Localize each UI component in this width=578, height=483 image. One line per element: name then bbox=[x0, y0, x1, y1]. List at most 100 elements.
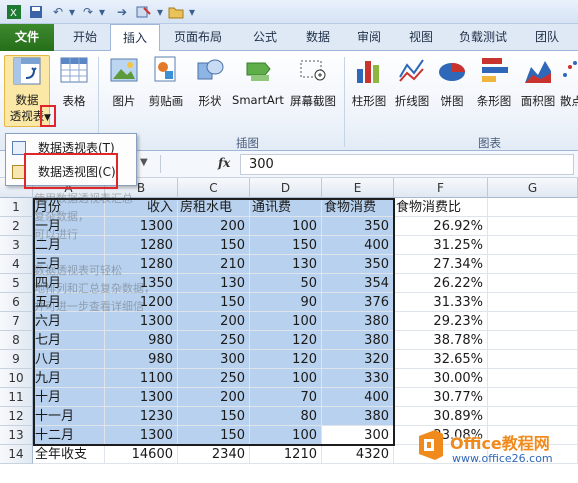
table-cell[interactable]: 130 bbox=[178, 274, 250, 293]
column-header[interactable]: E bbox=[322, 178, 394, 198]
table-cell[interactable]: 六月 bbox=[33, 312, 105, 331]
picture-button[interactable]: 图片 bbox=[106, 55, 142, 109]
tab-load-test[interactable]: 负载测试 bbox=[450, 24, 516, 51]
table-cell[interactable]: 房租水电 bbox=[178, 198, 250, 217]
table-cell[interactable] bbox=[488, 331, 578, 350]
row-header[interactable]: 3 bbox=[0, 236, 33, 255]
tab-team[interactable]: 团队 bbox=[522, 24, 572, 51]
scatter-chart-button[interactable]: 散点 bbox=[560, 55, 578, 109]
pie-chart-button[interactable]: 饼图 bbox=[436, 55, 468, 109]
table-cell[interactable] bbox=[488, 407, 578, 426]
table-cell[interactable]: 26.22% bbox=[394, 274, 488, 293]
tab-file[interactable]: 文件 bbox=[0, 24, 54, 51]
table-cell[interactable]: 14600 bbox=[105, 445, 178, 464]
table-cell[interactable]: 1100 bbox=[105, 369, 178, 388]
table-cell[interactable]: 30.89% bbox=[394, 407, 488, 426]
table-cell[interactable]: 31.25% bbox=[394, 236, 488, 255]
table-cell[interactable]: 30.00% bbox=[394, 369, 488, 388]
namebox-dropdown-icon[interactable]: ▼ bbox=[140, 157, 148, 168]
row-header[interactable]: 13 bbox=[0, 426, 33, 445]
tab-data[interactable]: 数据 bbox=[294, 24, 342, 51]
table-cell[interactable] bbox=[488, 217, 578, 236]
table-cell[interactable]: 150 bbox=[250, 236, 322, 255]
undo-dropdown-icon[interactable]: ▾ bbox=[64, 4, 80, 20]
table-cell[interactable] bbox=[488, 388, 578, 407]
table-cell[interactable] bbox=[488, 293, 578, 312]
screenshot-button[interactable]: 屏幕截图 bbox=[288, 55, 338, 109]
table-cell[interactable]: 380 bbox=[322, 331, 394, 350]
table-cell[interactable]: 980 bbox=[105, 331, 178, 350]
table-button[interactable]: 表格 bbox=[56, 55, 92, 109]
table-cell[interactable]: 1300 bbox=[105, 388, 178, 407]
area-chart-button[interactable]: 面积图 bbox=[518, 55, 558, 109]
bar-chart-button[interactable]: 条形图 bbox=[474, 55, 514, 109]
table-cell[interactable]: 200 bbox=[178, 388, 250, 407]
table-cell[interactable] bbox=[488, 236, 578, 255]
table-cell[interactable]: 300 bbox=[178, 350, 250, 369]
customize-dropdown-icon[interactable]: ▾ bbox=[184, 4, 200, 20]
column-chart-button[interactable]: 柱形图 bbox=[350, 55, 388, 109]
table-cell[interactable]: 150 bbox=[178, 407, 250, 426]
table-cell[interactable]: 全年收支 bbox=[33, 445, 105, 464]
table-cell[interactable]: 380 bbox=[322, 407, 394, 426]
table-cell[interactable]: 38.78% bbox=[394, 331, 488, 350]
table-cell[interactable] bbox=[488, 369, 578, 388]
table-cell[interactable] bbox=[488, 350, 578, 369]
line-chart-button[interactable]: 折线图 bbox=[392, 55, 432, 109]
table-cell[interactable]: 1280 bbox=[105, 236, 178, 255]
row-header[interactable]: 12 bbox=[0, 407, 33, 426]
folder-icon[interactable] bbox=[168, 4, 184, 20]
table-cell[interactable]: 400 bbox=[322, 236, 394, 255]
format-dropdown-icon[interactable]: ▾ bbox=[152, 4, 168, 20]
table-cell[interactable] bbox=[488, 198, 578, 217]
table-cell[interactable]: 330 bbox=[322, 369, 394, 388]
table-cell[interactable]: 九月 bbox=[33, 369, 105, 388]
row-header[interactable]: 10 bbox=[0, 369, 33, 388]
row-header[interactable]: 7 bbox=[0, 312, 33, 331]
clipart-button[interactable]: 剪贴画 bbox=[146, 55, 186, 109]
table-cell[interactable]: 1300 bbox=[105, 426, 178, 445]
tab-formulas[interactable]: 公式 bbox=[240, 24, 290, 51]
table-cell[interactable]: 350 bbox=[322, 255, 394, 274]
column-header[interactable]: F bbox=[394, 178, 488, 198]
table-cell[interactable]: 380 bbox=[322, 312, 394, 331]
table-cell[interactable]: 26.92% bbox=[394, 217, 488, 236]
table-cell[interactable]: 150 bbox=[178, 236, 250, 255]
table-cell[interactable]: 通讯费 bbox=[250, 198, 322, 217]
table-cell[interactable]: 十月 bbox=[33, 388, 105, 407]
table-cell[interactable]: 100 bbox=[250, 426, 322, 445]
arrow-icon[interactable]: ➔ bbox=[114, 4, 130, 20]
table-cell[interactable]: 320 bbox=[322, 350, 394, 369]
smartart-button[interactable]: SmartArt bbox=[232, 55, 284, 107]
table-cell[interactable]: 70 bbox=[250, 388, 322, 407]
table-cell[interactable]: 27.34% bbox=[394, 255, 488, 274]
formula-input[interactable]: 300 bbox=[240, 154, 574, 175]
table-cell[interactable]: 150 bbox=[178, 293, 250, 312]
tab-view[interactable]: 视图 bbox=[396, 24, 446, 51]
table-cell[interactable]: 376 bbox=[322, 293, 394, 312]
row-header[interactable]: 6 bbox=[0, 293, 33, 312]
table-cell[interactable]: 七月 bbox=[33, 331, 105, 350]
table-cell[interactable]: 1300 bbox=[105, 312, 178, 331]
table-cell[interactable]: 400 bbox=[322, 388, 394, 407]
table-cell[interactable]: 32.65% bbox=[394, 350, 488, 369]
table-cell[interactable]: 120 bbox=[250, 331, 322, 350]
table-cell[interactable]: 31.33% bbox=[394, 293, 488, 312]
table-cell[interactable]: 200 bbox=[178, 217, 250, 236]
table-cell[interactable]: 十一月 bbox=[33, 407, 105, 426]
table-cell[interactable] bbox=[488, 312, 578, 331]
table-cell[interactable]: 300 bbox=[322, 426, 394, 445]
tab-home[interactable]: 开始 bbox=[62, 24, 108, 51]
table-cell[interactable]: 100 bbox=[250, 312, 322, 331]
table-cell[interactable]: 4320 bbox=[322, 445, 394, 464]
table-cell[interactable]: 200 bbox=[178, 312, 250, 331]
table-cell[interactable]: 80 bbox=[250, 407, 322, 426]
table-cell[interactable]: 2340 bbox=[178, 445, 250, 464]
table-cell[interactable]: 1300 bbox=[105, 217, 178, 236]
table-cell[interactable]: 250 bbox=[178, 331, 250, 350]
table-cell[interactable]: 120 bbox=[250, 350, 322, 369]
row-header[interactable]: 11 bbox=[0, 388, 33, 407]
tab-page-layout[interactable]: 页面布局 bbox=[166, 24, 230, 51]
table-cell[interactable]: 50 bbox=[250, 274, 322, 293]
row-header[interactable]: 2 bbox=[0, 217, 33, 236]
